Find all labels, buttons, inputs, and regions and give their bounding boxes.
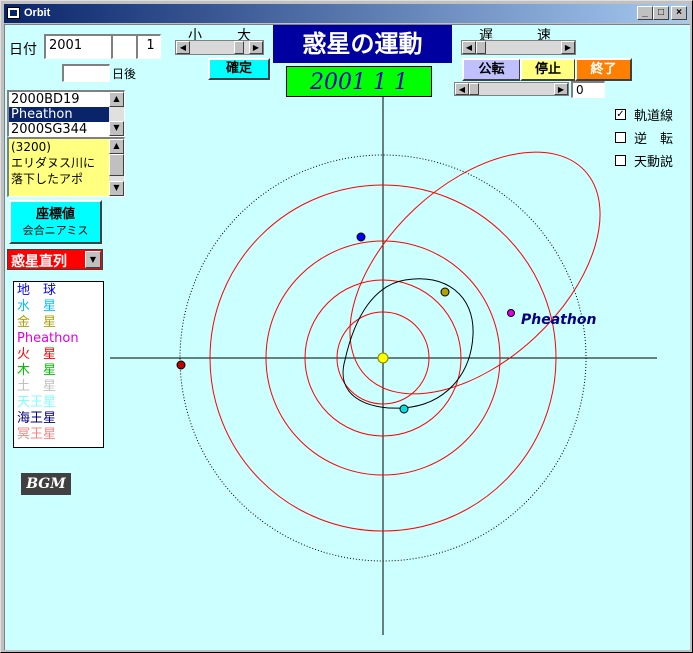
bgm-button[interactable]: BGM: [21, 473, 71, 495]
scroll-down-arrow[interactable]: ▼: [109, 121, 124, 136]
asteroid-item-selected[interactable]: Pheathon: [9, 107, 124, 122]
day-input[interactable]: 1: [136, 34, 161, 59]
speed-slider[interactable]: ◀ ▶: [461, 40, 576, 55]
legend-saturn: 土 星: [17, 379, 57, 394]
mode-select[interactable]: 惑星直列 ▼: [7, 249, 103, 270]
description-line: エリダヌス川に: [11, 156, 96, 170]
orbit-geocentric-path: [342, 278, 474, 409]
scroll-thumb[interactable]: [109, 154, 124, 176]
legend-mercury: 水 星: [17, 299, 57, 314]
planet-legend: 地 球 水 星 金 星 Pheathon 火 星 木 星 土 星 天王星 海王星…: [13, 281, 104, 448]
speed-left-arrow[interactable]: ◀: [462, 41, 476, 54]
app-icon: [7, 7, 20, 19]
app-window: Orbit _ □ × Pheathon 日付 2001 1 日後 小 大 ◀ …: [0, 0, 693, 653]
mercury-marker: [399, 404, 409, 414]
orbit-pheathon: [349, 151, 601, 395]
pheathon-marker: [507, 309, 515, 317]
venus-marker: [440, 287, 450, 297]
description-line: 落下したアポ: [11, 172, 84, 186]
legend-neptune: 海王星: [17, 411, 57, 426]
legend-mars: 火 星: [17, 347, 57, 362]
counter-field: 0: [571, 81, 605, 98]
geocentric-checkbox[interactable]: [615, 155, 626, 166]
year-input[interactable]: 2001: [44, 34, 112, 59]
asteroid-list[interactable]: 2000BD19 Pheathon 2000SG344 ▲ ▼: [7, 90, 125, 137]
days-after-input[interactable]: [62, 64, 110, 82]
minimize-button[interactable]: _: [637, 6, 653, 20]
reverse-checkbox[interactable]: [615, 132, 626, 143]
asteroid-list-scrollbar[interactable]: ▲ ▼: [109, 92, 124, 136]
legend-pluto: 冥王星: [17, 427, 57, 442]
page-title: 惑星の運動: [273, 25, 452, 63]
pheathon-label: Pheathon: [521, 312, 596, 328]
description-scrollbar[interactable]: ▲ ▼: [109, 139, 124, 196]
legend-pheathon: Pheathon: [17, 331, 79, 346]
asteroid-item[interactable]: 2000BD19: [9, 92, 124, 107]
description-line: (3200): [11, 140, 51, 154]
orbit-line-label: 軌道線: [634, 109, 674, 124]
time-slider-thumb[interactable]: [469, 83, 479, 95]
days-after-label: 日後: [112, 67, 137, 81]
asteroid-item[interactable]: 2000SG344: [9, 122, 124, 137]
coordinate-button-line2: 会合ニアミス: [22, 224, 89, 237]
size-slider-thumb[interactable]: [234, 41, 244, 54]
legend-venus: 金 星: [17, 315, 57, 330]
mode-select-value: 惑星直列: [11, 254, 67, 270]
title-bar: Orbit _ □ ×: [4, 4, 689, 23]
time-left-arrow[interactable]: ◀: [455, 83, 469, 95]
description-box: (3200) エリダヌス川に 落下したアポ ▲ ▼: [7, 137, 125, 197]
orbit-line-checkbox[interactable]: ✓: [615, 109, 626, 120]
date-display: 2001 1 1: [286, 66, 432, 97]
reverse-label: 逆 転: [634, 132, 674, 147]
confirm-button[interactable]: 確定: [208, 58, 270, 80]
close-button[interactable]: ×: [671, 6, 687, 20]
size-slider[interactable]: ◀ ▶: [175, 40, 264, 55]
time-slider[interactable]: ◀ ▶: [454, 82, 569, 96]
earth-marker: [356, 232, 366, 242]
coordinate-button-line1: 座標値: [35, 207, 75, 222]
main-canvas: Pheathon 日付 2001 1 日後 小 大 ◀ ▶ 確定 惑星の運動 2…: [4, 24, 690, 650]
coordinate-button[interactable]: 座標値 会合ニアミス: [9, 200, 102, 244]
legend-uranus: 天王星: [17, 395, 57, 410]
sun-marker: [377, 352, 389, 364]
legend-earth: 地 球: [17, 283, 57, 298]
legend-jupiter: 木 星: [17, 363, 57, 378]
quit-button[interactable]: 終了: [575, 58, 632, 81]
speed-slider-thumb[interactable]: [476, 41, 486, 54]
size-left-arrow[interactable]: ◀: [176, 41, 190, 54]
geocentric-label: 天動説: [634, 155, 674, 170]
date-label: 日付: [9, 42, 37, 58]
scroll-down-arrow[interactable]: ▼: [109, 181, 124, 196]
window-title: Orbit: [24, 7, 51, 19]
maximize-button[interactable]: □: [653, 6, 669, 20]
stop-button[interactable]: 停止: [520, 58, 576, 81]
mars-marker: [176, 360, 186, 370]
chevron-down-icon[interactable]: ▼: [85, 251, 101, 268]
revolve-button[interactable]: 公転: [462, 58, 521, 81]
month-input[interactable]: [111, 34, 137, 59]
time-right-arrow[interactable]: ▶: [554, 83, 568, 95]
speed-right-arrow[interactable]: ▶: [561, 41, 575, 54]
scroll-up-arrow[interactable]: ▲: [109, 139, 124, 154]
size-right-arrow[interactable]: ▶: [249, 41, 263, 54]
scroll-up-arrow[interactable]: ▲: [109, 92, 124, 107]
